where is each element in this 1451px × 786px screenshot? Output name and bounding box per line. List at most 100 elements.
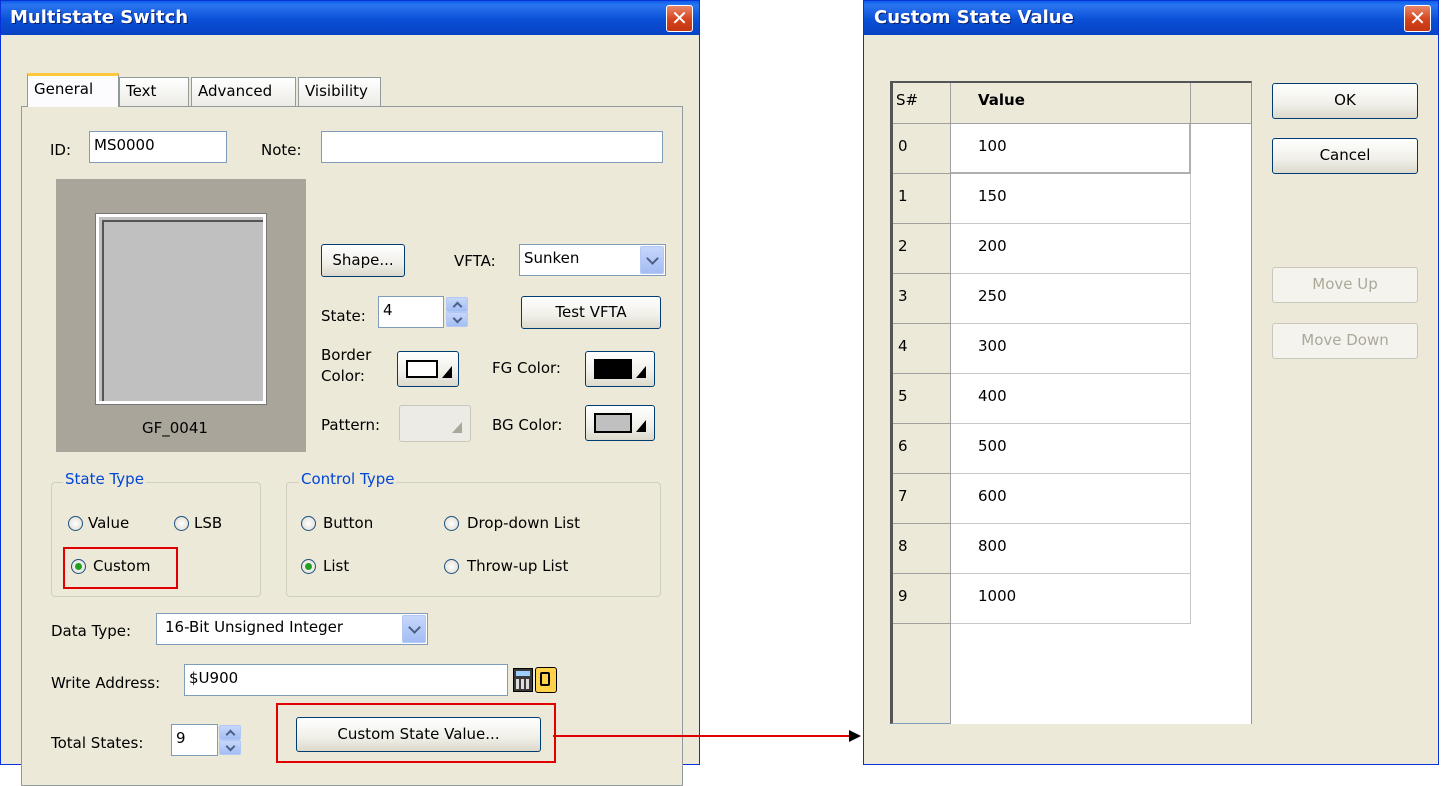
row-header-cell[interactable]: 1 [893, 174, 951, 224]
row-header-cell[interactable]: 0 [893, 124, 951, 174]
ok-button[interactable]: OK [1272, 83, 1418, 119]
bg-color-button[interactable] [585, 405, 655, 441]
note-field[interactable] [321, 131, 663, 163]
total-states-spinner[interactable] [219, 725, 241, 755]
total-states-field[interactable]: 9 [171, 724, 218, 756]
button-label: Custom State Value... [337, 725, 500, 743]
multistate-switch-window: Multistate Switch ✕ General Text Advance… [0, 0, 700, 786]
border-color-label-2: Color: [321, 367, 365, 385]
row-header-empty [893, 624, 951, 724]
row-header-cell[interactable]: 4 [893, 324, 951, 374]
move-up-button[interactable]: Move Up [1272, 267, 1418, 303]
close-button[interactable]: ✕ [1404, 5, 1431, 32]
shape-preview: GF_0041 [56, 179, 306, 452]
radio-button[interactable] [301, 516, 316, 531]
fg-color-button[interactable] [585, 351, 655, 387]
state-field[interactable]: 4 [378, 296, 444, 328]
state-value: 300 [978, 337, 1007, 355]
row-header-cell[interactable]: 9 [893, 574, 951, 624]
data-type-select[interactable]: 16-Bit Unsigned Integer [156, 613, 428, 645]
note-label: Note: [261, 141, 302, 159]
radio-throwup-list[interactable] [444, 559, 459, 574]
spinner-up-icon[interactable] [219, 725, 241, 740]
id-label: ID: [50, 141, 72, 159]
vfta-select[interactable]: Sunken [519, 244, 666, 276]
vfta-dropdown-button[interactable] [640, 246, 664, 274]
radio-label: LSB [194, 514, 223, 532]
button-label: Shape... [332, 251, 394, 269]
preview-frame [95, 213, 267, 405]
close-icon: ✕ [1409, 6, 1426, 30]
state-number: 0 [898, 137, 908, 155]
triangle-icon [636, 366, 646, 378]
tab-visibility[interactable]: Visibility [298, 77, 381, 106]
header-label: S# [896, 91, 919, 109]
title-bar[interactable]: Multistate Switch ✕ [1, 1, 699, 35]
radio-lsb[interactable] [174, 516, 189, 531]
spinner-up-icon[interactable] [446, 297, 468, 312]
cancel-button[interactable]: Cancel [1272, 138, 1418, 174]
shape-button[interactable]: Shape... [321, 244, 405, 277]
radio-label: Value [88, 514, 130, 532]
row-header-cell[interactable]: 8 [893, 524, 951, 574]
test-vfta-button[interactable]: Test VFTA [521, 296, 661, 329]
value-cell[interactable]: 250 [951, 274, 1191, 324]
close-button[interactable]: ✕ [666, 5, 693, 32]
state-value: 1000 [978, 587, 1017, 605]
tab-general[interactable]: General [27, 73, 119, 107]
row-header-cell[interactable]: 5 [893, 374, 951, 424]
pattern-button [399, 405, 471, 442]
radio-dropdown-list[interactable] [444, 516, 459, 531]
tag-icon[interactable] [535, 667, 557, 693]
color-swatch [406, 360, 438, 378]
control-type-legend: Control Type [299, 470, 397, 488]
spinner-down-icon[interactable] [219, 740, 241, 755]
column-header-s[interactable]: S# [893, 83, 951, 124]
value-cell[interactable]: 200 [951, 224, 1191, 274]
state-value: 200 [978, 237, 1007, 255]
row-header-cell[interactable]: 3 [893, 274, 951, 324]
state-value-grid[interactable]: S# Value 0 100 1 150 2 200 3 250 4 300 5 400 6 500 7 60… [890, 81, 1252, 724]
bg-color-label: BG Color: [492, 416, 563, 434]
value-cell[interactable]: 150 [951, 174, 1191, 224]
spinner-down-icon[interactable] [446, 312, 468, 327]
fg-color-label: FG Color: [492, 359, 561, 377]
triangle-icon [452, 422, 462, 433]
radio-label: Drop-down List [467, 514, 580, 532]
row-header-cell[interactable]: 7 [893, 474, 951, 524]
tab-label: Text [126, 82, 157, 100]
write-address-field[interactable]: $U900 [184, 664, 508, 696]
value-cell[interactable]: 800 [951, 524, 1191, 574]
state-spinner[interactable] [446, 297, 468, 327]
radio-label: Throw-up List [467, 557, 569, 575]
radio-list[interactable] [301, 559, 316, 574]
select-value: Sunken [524, 249, 580, 267]
radio-value[interactable] [68, 516, 83, 531]
row-header-cell[interactable]: 2 [893, 224, 951, 274]
border-color-button[interactable] [397, 351, 459, 387]
tab-text[interactable]: Text [119, 77, 189, 106]
write-address-label: Write Address: [51, 674, 161, 692]
custom-state-value-button[interactable]: Custom State Value... [296, 717, 541, 752]
row-header-cell[interactable]: 6 [893, 424, 951, 474]
triangle-icon [442, 366, 452, 378]
radio-custom[interactable] [71, 559, 86, 574]
tab-label: Advanced [198, 82, 273, 100]
data-type-dropdown-button[interactable] [402, 615, 426, 643]
state-value: 500 [978, 437, 1007, 455]
value-cell[interactable]: 600 [951, 474, 1191, 524]
triangle-icon [636, 420, 646, 432]
value-cell[interactable]: 300 [951, 324, 1191, 374]
id-field[interactable]: MS0000 [89, 131, 227, 163]
state-number: 2 [898, 237, 908, 255]
column-header-value[interactable]: Value [951, 83, 1191, 124]
value-cell[interactable]: 400 [951, 374, 1191, 424]
value-cell[interactable]: 500 [951, 424, 1191, 474]
value-cell[interactable]: 100 [951, 124, 1191, 174]
title-bar[interactable]: Custom State Value ✕ [864, 1, 1438, 35]
preview-caption: GF_0041 [142, 419, 208, 437]
move-down-button[interactable]: Move Down [1272, 323, 1418, 359]
calculator-icon[interactable] [513, 668, 533, 692]
tab-advanced[interactable]: Advanced [191, 77, 296, 106]
value-cell[interactable]: 1000 [951, 574, 1191, 624]
